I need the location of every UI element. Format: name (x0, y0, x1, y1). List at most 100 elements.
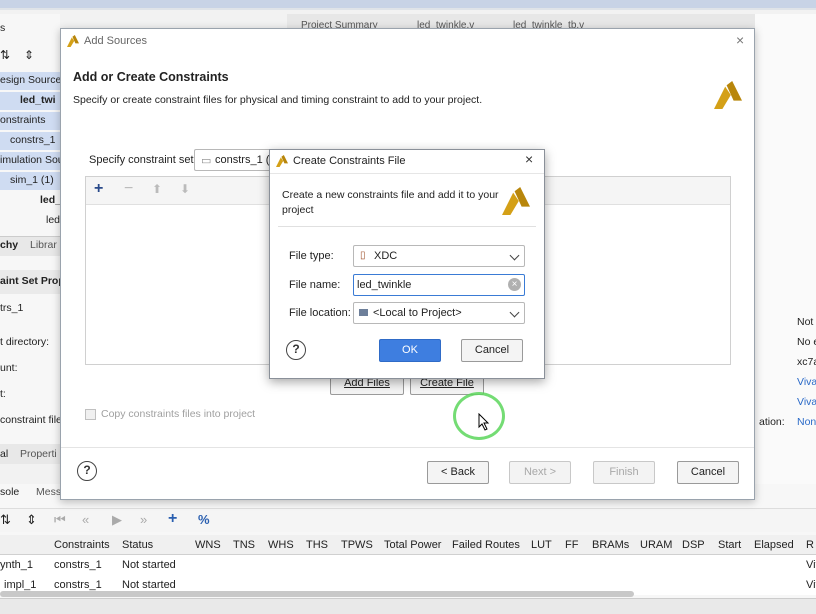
cancel-button[interactable]: Cancel (461, 339, 523, 362)
remove-icon[interactable]: − (124, 180, 133, 198)
move-up-icon[interactable]: ⬆ (152, 182, 162, 196)
file-type-label: File type: (289, 250, 334, 262)
percent-icon[interactable]: % (198, 512, 210, 527)
file-name-label: File name: (289, 279, 341, 291)
collapse-icon[interactable]: ⇅ (0, 512, 11, 528)
col-header[interactable]: LUT (531, 539, 552, 551)
summary-value: xc7a (797, 356, 816, 368)
col-header[interactable]: DSP (682, 539, 705, 551)
tree-item[interactable]: onstraints (0, 112, 60, 130)
tree-item[interactable]: imulation Sou (0, 152, 60, 170)
chevron-down-icon (509, 307, 520, 318)
project-summary-panel: Not No e xc7a Viva Viva Non ation: (755, 14, 816, 484)
col-header[interactable]: URAM (640, 539, 672, 551)
summary-link[interactable]: Non (797, 416, 816, 428)
panel-title: s (0, 22, 6, 34)
col-header[interactable]: TPWS (341, 539, 373, 551)
sources-panel: s ⇅ ⇕ esign Sources led_twi onstraints c… (0, 14, 60, 464)
tab-libraries[interactable]: Librar (30, 239, 57, 251)
col-header[interactable]: WHS (268, 539, 294, 551)
col-header[interactable]: Status (122, 539, 153, 551)
tab-properties[interactable]: Properti (20, 448, 57, 460)
help-icon[interactable]: ? (286, 340, 306, 360)
prop-label: constraint file (0, 414, 60, 426)
prop-label: unt: (0, 362, 18, 374)
next-icon[interactable]: » (140, 512, 147, 527)
tab-general[interactable]: al (0, 448, 8, 460)
col-header[interactable]: Elapsed (754, 539, 794, 551)
col-header[interactable]: FF (565, 539, 578, 551)
expand-icon[interactable]: ⇕ (26, 512, 37, 528)
run-constraints: constrs_1 (54, 559, 102, 571)
next-button[interactable]: Next > (509, 461, 571, 484)
add-icon[interactable]: + (94, 180, 103, 198)
mouse-cursor-icon (478, 413, 490, 431)
col-header[interactable]: R (806, 539, 814, 551)
run-name: impl_1 (4, 579, 37, 591)
move-down-icon[interactable]: ⬇ (180, 182, 190, 196)
help-icon[interactable]: ? (77, 461, 97, 481)
horizontal-scrollbar[interactable] (0, 591, 634, 597)
file-icon: ▯ (360, 250, 366, 261)
col-header[interactable]: TNS (233, 539, 255, 551)
top-strip (0, 0, 816, 8)
cancel-button[interactable]: Cancel (677, 461, 739, 484)
close-icon[interactable]: × (525, 151, 533, 167)
tree-item[interactable]: led_ (0, 194, 60, 206)
prop-label: t: (0, 388, 6, 400)
expand-all-icon[interactable]: ⇕ (24, 48, 34, 62)
tree-item[interactable]: led (0, 214, 60, 226)
tab-hierarchy[interactable]: chy (0, 239, 18, 251)
play-icon[interactable]: ▶ (112, 512, 122, 528)
status-bar (0, 598, 816, 614)
table-row[interactable]: ynth_1 constrs_1 Not started Viv (0, 555, 816, 575)
project-folder-icon (359, 309, 368, 316)
file-name-input[interactable]: led_twinkle × (353, 274, 525, 296)
run-constraints: constrs_1 (54, 579, 102, 591)
file-location-select[interactable]: <Local to Project> (353, 302, 525, 324)
add-icon[interactable]: + (168, 510, 177, 528)
file-location-label: File location: (289, 307, 351, 319)
summary-value: No e (797, 336, 816, 348)
ok-button[interactable]: OK (379, 339, 441, 362)
runs-table-header: Constraints Status WNS TNS WHS THS TPWS … (0, 535, 816, 555)
col-header[interactable]: Failed Routes (452, 539, 520, 551)
col-header[interactable]: BRAMs (592, 539, 629, 551)
run-status: Not started (122, 579, 176, 591)
runs-toolbar: ⇅ ⇕ ⏮ « ▶ » + % (0, 508, 816, 532)
col-header[interactable]: Constraints (54, 539, 110, 551)
run-name: ynth_1 (0, 559, 34, 571)
chevron-down-icon (509, 250, 520, 261)
col-header[interactable]: WNS (195, 539, 221, 551)
vivado-logo-icon (67, 35, 79, 47)
clear-icon[interactable]: × (508, 278, 521, 291)
summary-link[interactable]: Viva (797, 396, 816, 408)
tab-console[interactable]: sole (0, 486, 19, 498)
run-r: Viv (806, 579, 816, 591)
copy-checkbox[interactable] (85, 409, 96, 420)
tree-item[interactable]: sim_1 (1) (0, 172, 60, 190)
col-header[interactable]: Start (718, 539, 741, 551)
prop-value: trs_1 (0, 302, 24, 314)
col-header[interactable]: THS (306, 539, 328, 551)
close-icon[interactable]: × (736, 32, 744, 48)
properties-title: aint Set Prope (0, 275, 60, 287)
tree-item[interactable]: esign Sources (0, 72, 60, 90)
dialog-description: Create a new constraints file and add it… (282, 189, 499, 216)
tree-item[interactable]: constrs_1 (0, 132, 60, 150)
tree-item[interactable]: led_twi (0, 92, 60, 110)
constraint-set-select[interactable]: ▭ constrs_1 (a (194, 149, 276, 171)
page-heading: Add or Create Constraints (73, 70, 229, 84)
page-description: Specify or create constraint files for p… (73, 94, 483, 106)
tab-messages[interactable]: Mess (36, 486, 61, 498)
finish-button[interactable]: Finish (593, 461, 655, 484)
summary-link[interactable]: Viva (797, 376, 816, 388)
constraint-set-label: Specify constraint set: (89, 154, 197, 166)
col-header[interactable]: Total Power (384, 539, 441, 551)
back-button[interactable]: < Back (427, 461, 489, 484)
vivado-logo-icon (502, 187, 530, 215)
file-type-select[interactable]: ▯ XDC (353, 245, 525, 267)
first-icon[interactable]: ⏮ (54, 512, 66, 528)
prev-icon[interactable]: « (82, 512, 89, 527)
collapse-all-icon[interactable]: ⇅ (0, 48, 10, 62)
